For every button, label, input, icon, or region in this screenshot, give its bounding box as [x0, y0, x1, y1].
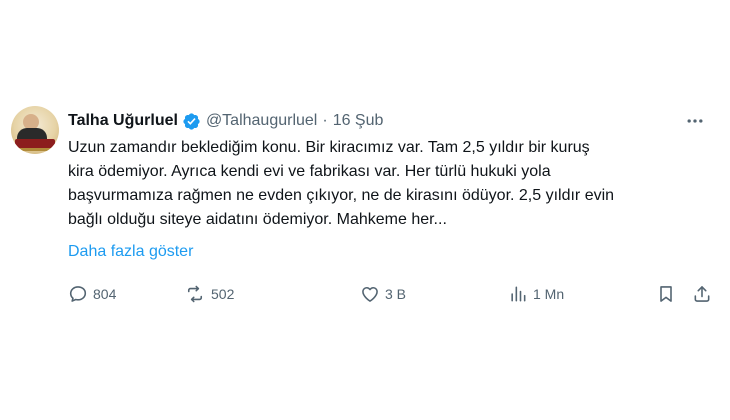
views-count: 1 Mn [533, 286, 565, 302]
views-button[interactable]: 1 Mn [508, 283, 564, 305]
tweet-card: Talha Uğurluel @Talhaugurluel · 16 Şub U… [0, 0, 730, 420]
tweet-text-line: kira ödemiyor. Ayrıca kendi evi ve fabri… [68, 163, 551, 180]
action-bar: 804 502 3 B 1 Mn [0, 283, 730, 305]
reply-icon [68, 284, 88, 304]
bookmark-icon [656, 284, 676, 304]
retweet-button[interactable]: 502 [184, 283, 234, 305]
tweet-text-line: Uzun zamandır beklediğim konu. Bir kirac… [68, 139, 590, 156]
views-icon [508, 284, 528, 304]
share-button[interactable] [692, 283, 712, 305]
like-button[interactable]: 3 B [360, 283, 406, 305]
tweet-text-line: başvurmamıza rağmen ne evden çıkıyor, ne… [68, 187, 615, 204]
reply-button[interactable]: 804 [68, 283, 116, 305]
share-icon [692, 284, 712, 304]
retweet-icon [184, 284, 206, 304]
tweet-date[interactable]: 16 Şub [333, 112, 384, 130]
show-more-link[interactable]: Daha fazla göster [68, 241, 193, 263]
bookmark-button[interactable] [656, 283, 676, 305]
avatar-banner-stripe [19, 148, 51, 151]
tweet-text: Uzun zamandır beklediğim konu. Bir kirac… [68, 136, 628, 232]
verified-badge-icon[interactable] [182, 112, 201, 131]
retweet-count: 502 [211, 286, 235, 302]
tweet-header: Talha Uğurluel @Talhaugurluel · 16 Şub [68, 110, 383, 132]
like-count: 3 B [385, 286, 407, 302]
avatar[interactable] [11, 106, 59, 154]
author-name[interactable]: Talha Uğurluel [68, 112, 178, 130]
author-handle[interactable]: @Talhaugurluel [206, 112, 317, 130]
like-icon [360, 284, 380, 304]
header-separator: · [322, 112, 328, 129]
tweet-text-line: bağlı olduğu siteye aidatını ödemiyor. M… [68, 211, 447, 228]
more-icon[interactable] [682, 110, 708, 132]
avatar-banner [15, 139, 55, 148]
reply-count: 804 [93, 286, 117, 302]
